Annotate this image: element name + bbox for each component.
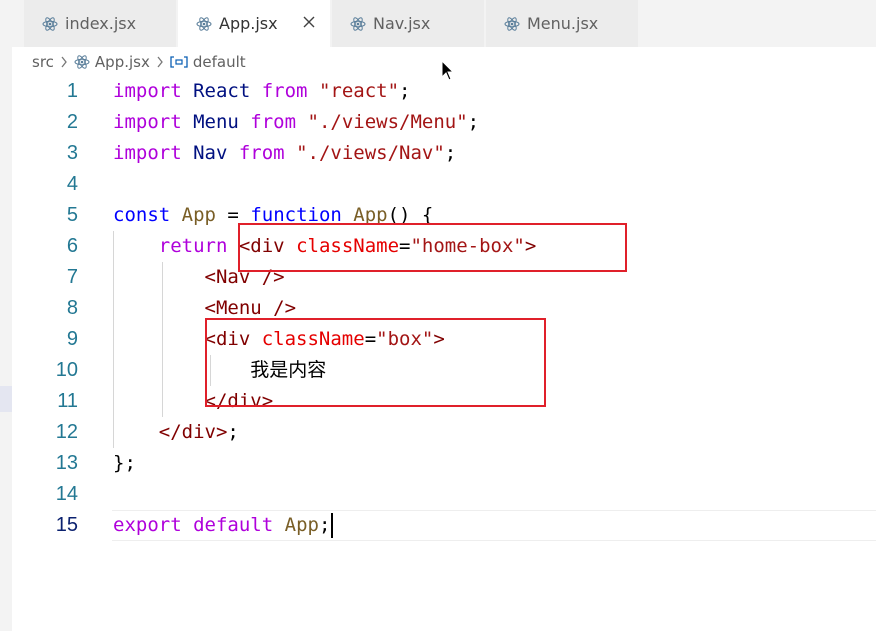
close-icon[interactable] [300,13,318,31]
react-icon [196,16,212,32]
react-icon [42,16,58,32]
code-line[interactable]: 12 </div>; [12,417,876,448]
code-token: ; [444,142,457,164]
line-number: 9 [66,328,78,350]
line-number: 3 [66,142,78,164]
line-number: 6 [66,235,78,257]
code-text: import React from "react"; [113,76,410,107]
mouse-cursor-icon [441,59,455,82]
react-icon [350,16,366,32]
code-token: export [113,514,182,536]
code-line[interactable]: 14 [12,479,876,510]
code-editor[interactable]: 1 import React from "react"; 2 import Menu … [12,76,876,631]
code-token: ; [227,421,239,443]
highlight-box-box [205,318,546,407]
breadcrumb: src App.jsx default [32,52,246,72]
line-number: 12 [55,421,78,443]
code-token: import [113,111,182,133]
line-number: 5 [66,204,78,226]
tab-label: index.jsx [65,14,137,33]
line-number: 4 [66,173,78,195]
tab-menu-jsx[interactable]: Menu.jsx [486,0,638,47]
line-number: 8 [66,297,78,319]
code-token: }; [113,452,136,474]
code-text: import Menu from "./views/Menu"; [113,107,479,138]
variable-symbol-icon [170,55,188,69]
code-line[interactable]: 13}; [12,448,876,479]
code-line[interactable]: 15 export default App; [12,510,876,541]
react-icon [74,54,90,70]
tab-nav-jsx[interactable]: Nav.jsx [332,0,484,47]
code-token: React [181,80,262,102]
code-text: import Nav from "./views/Nav"; [113,138,456,169]
code-token: <Menu /> [204,297,297,319]
code-text: export default App; [113,510,334,541]
code-token: ; [318,514,331,536]
line-number: 14 [55,483,78,505]
code-token: ; [399,80,411,102]
code-text: }; [113,448,136,479]
line-number: 2 [66,111,78,133]
code-token: from [250,111,297,133]
line-number: 13 [55,452,78,474]
line-number: 15 [55,514,78,536]
code-token: App [181,204,216,226]
left-panel-strip [0,0,12,631]
line-number: 1 [66,80,78,102]
tab-label: Nav.jsx [373,14,431,33]
code-line[interactable]: 2 import Menu from "./views/Menu"; [12,107,876,138]
code-text: </div>; [113,417,239,448]
code-token: import [113,80,182,102]
indent-guide [162,262,163,417]
line-number: 7 [66,266,78,288]
tab-label: Menu.jsx [527,14,599,33]
chevron-right-icon [60,56,68,68]
left-panel-marker [0,386,12,412]
line-number: 10 [55,359,78,381]
code-token: Nav [181,142,239,164]
code-token: return [158,235,228,257]
indent-guide [113,231,114,448]
code-token: "react" [318,80,400,102]
editor-tab-bar: index.jsx App.jsx Nav.jsx Menu.jsx [12,0,876,47]
code-line[interactable]: 4 [12,169,876,200]
code-token: const [113,204,171,226]
breadcrumb-symbol[interactable]: default [193,53,246,71]
react-icon [504,16,520,32]
tab-label: App.jsx [219,14,278,33]
line-number: 11 [57,390,78,412]
code-token: "./views/Nav" [296,142,445,164]
tab-app-jsx[interactable]: App.jsx [178,0,330,47]
chevron-right-icon [156,56,164,68]
code-token: </div> [158,421,228,443]
code-token: default [193,514,274,536]
code-token: from [238,142,285,164]
text-caret [331,513,334,538]
code-line[interactable]: 3 import Nav from "./views/Nav"; [12,138,876,169]
breadcrumb-folder[interactable]: src [32,53,54,71]
highlight-box-home-box [238,223,627,272]
code-token: "./views/Menu" [307,111,468,133]
code-token: Menu [181,111,251,133]
code-token: ; [467,111,480,133]
breadcrumb-file[interactable]: App.jsx [95,53,150,71]
code-token: App [284,514,319,536]
code-token: import [113,142,182,164]
code-token: from [261,80,308,102]
tab-index-jsx[interactable]: index.jsx [24,0,176,47]
